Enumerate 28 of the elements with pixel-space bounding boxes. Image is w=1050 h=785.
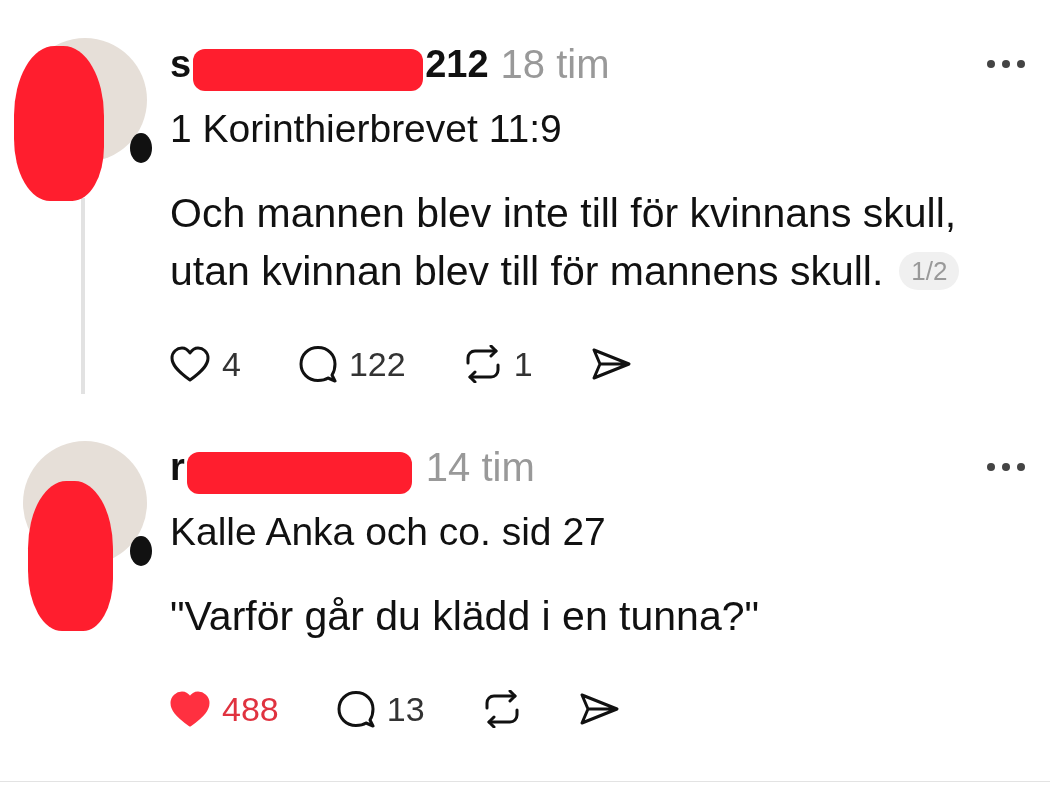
repost-button[interactable]: 1 (463, 344, 533, 384)
more-icon (986, 462, 1026, 472)
page-counter: 1/2 (899, 252, 960, 290)
post-time: 14 tim (425, 444, 535, 490)
post-reference: 1 Korinthierbrevet 11:9 (170, 106, 563, 152)
send-icon (590, 346, 632, 382)
post-reference: Kalle Anka och co. sid 27 (170, 509, 607, 555)
username[interactable]: r (170, 445, 185, 489)
follow-badge (130, 133, 152, 163)
post-text-line: utan kvinnan blev till för mannens skull. (170, 247, 884, 296)
post-text-line: "Varför går du klädd i en tunna?" (170, 592, 760, 641)
post-time: 18 tim (500, 41, 610, 87)
comment-button[interactable]: 13 (336, 689, 425, 729)
share-button[interactable] (578, 691, 620, 727)
share-button[interactable] (590, 346, 632, 382)
speech-bubble-icon (336, 690, 375, 728)
speech-bubble-icon (298, 345, 337, 383)
follow-badge (130, 536, 152, 566)
like-button[interactable]: 4 (170, 344, 241, 384)
post-text-line: Och mannen blev inte till för kvinnans skull, (170, 189, 957, 238)
heart-icon (170, 690, 210, 728)
send-icon (578, 691, 620, 727)
username[interactable]: 212 (425, 42, 489, 86)
more-icon (986, 59, 1026, 69)
heart-icon (170, 345, 210, 383)
username[interactable]: s (170, 42, 192, 86)
comment-button[interactable]: 122 (298, 344, 406, 384)
like-button[interactable]: 488 (170, 689, 279, 729)
